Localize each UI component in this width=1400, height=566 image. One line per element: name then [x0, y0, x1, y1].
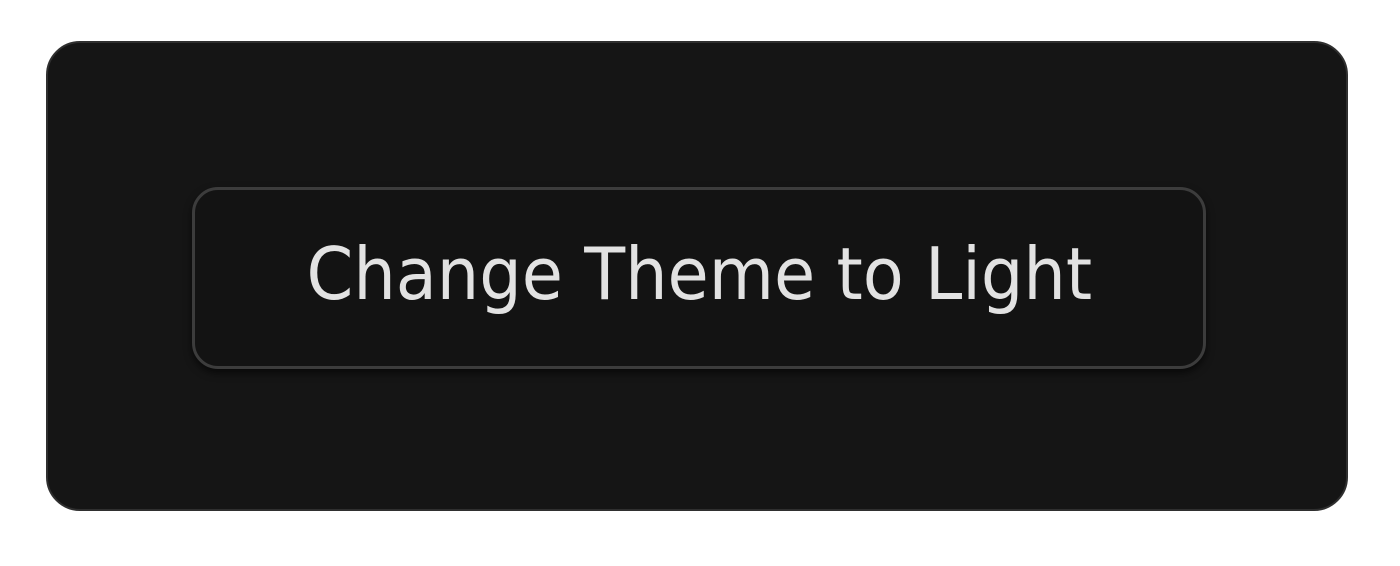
change-theme-button-label: Change Theme to Light: [306, 232, 1092, 316]
theme-card: Change Theme to Light: [46, 41, 1348, 511]
change-theme-button[interactable]: Change Theme to Light: [192, 187, 1206, 369]
